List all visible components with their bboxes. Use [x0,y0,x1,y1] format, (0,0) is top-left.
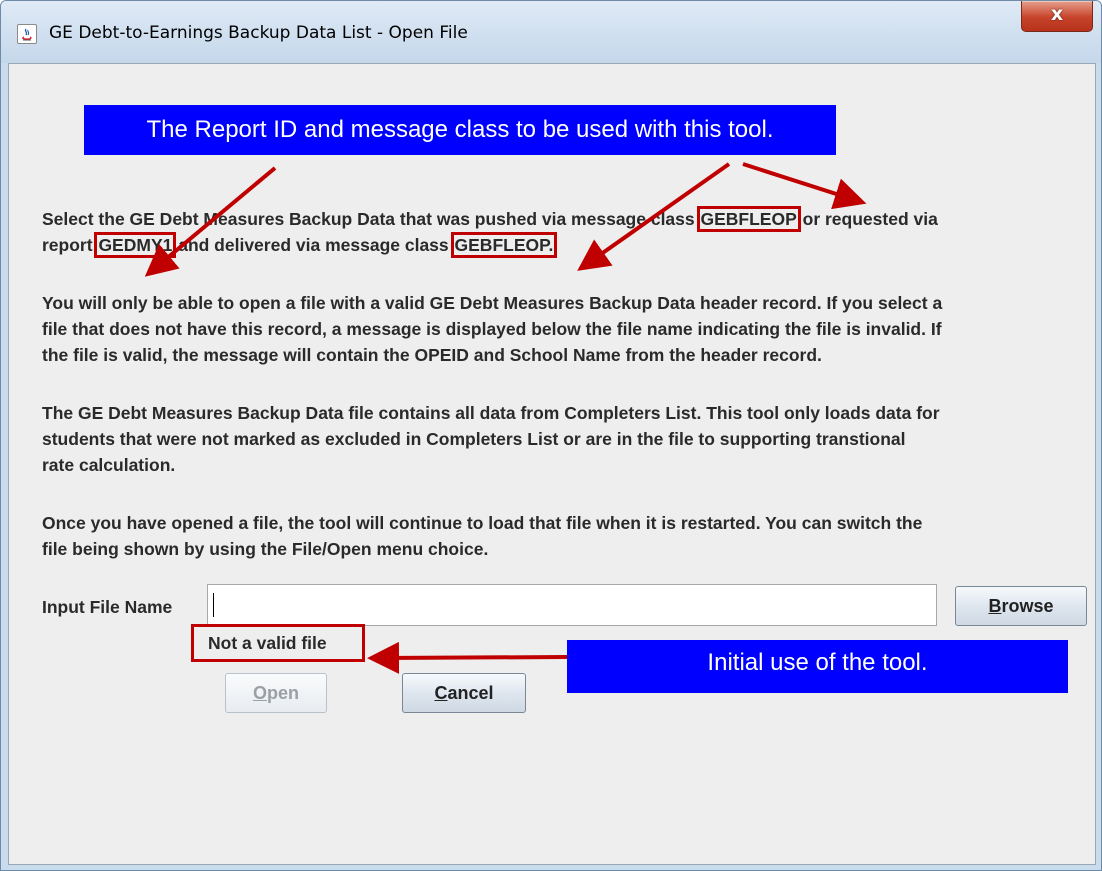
annotation-arrows [144,162,867,674]
window-title: GE Debt-to-Earnings Backup Data List - O… [49,23,468,43]
close-button[interactable]: x [1021,1,1093,32]
arrow-to-message-class-1 [742,162,867,210]
arrow-to-status-message [367,641,568,674]
arrow-to-message-class-2 [577,162,731,271]
title-bar[interactable]: GE Debt-to-Earnings Backup Data List - O… [1,1,1101,63]
arrow-to-report-id [144,166,277,277]
dialog-window: GE Debt-to-Earnings Backup Data List - O… [0,0,1102,871]
java-app-icon [17,24,37,44]
dialog-content: The Report ID and message class to be us… [8,63,1096,865]
close-icon: x [1050,3,1064,25]
